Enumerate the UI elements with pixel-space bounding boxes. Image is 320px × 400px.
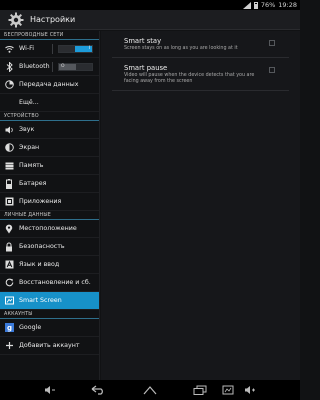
wifi-label: Wi-Fi: [19, 45, 35, 52]
status-bar: 76% 19:28: [0, 0, 300, 10]
list-item-battery[interactable]: Батарея: [0, 175, 99, 193]
back-icon[interactable]: [90, 383, 106, 397]
section-header-accounts: АККАУНТЫ: [0, 310, 99, 319]
bluetooth-toggle[interactable]: O: [58, 63, 93, 71]
list-item-storage[interactable]: Память: [0, 157, 99, 175]
storage-label: Память: [19, 162, 44, 169]
list-item-location[interactable]: Местоположение: [0, 220, 99, 238]
volume-down-icon[interactable]: [42, 383, 58, 397]
backup-label: Восстановление и сб.: [19, 279, 91, 286]
location-icon: [3, 223, 15, 235]
list-item-sound[interactable]: Звук: [0, 121, 99, 139]
display-icon: [3, 142, 15, 154]
list-item-security[interactable]: Безопасность: [0, 238, 99, 256]
list-item-data-usage[interactable]: Передача данных: [0, 76, 99, 94]
language-icon: [3, 259, 15, 271]
list-item-backup[interactable]: Восстановление и сб.: [0, 274, 99, 292]
add-account-label: Добавить аккаунт: [19, 342, 80, 349]
smart-pause-checkbox[interactable]: [269, 67, 275, 73]
bluetooth-label: Bluetooth: [19, 63, 50, 70]
apps-icon: [3, 196, 15, 208]
smart-pause-title: Smart pause: [124, 64, 168, 72]
section-header-personal: ЛИЧНЫЕ ДАННЫЕ: [0, 211, 99, 220]
list-item-google[interactable]: g Google: [0, 319, 99, 337]
google-icon: g: [3, 322, 15, 334]
list-item-more[interactable]: Ещё...: [0, 94, 99, 112]
data-usage-label: Передача данных: [19, 81, 79, 88]
location-label: Местоположение: [19, 225, 77, 232]
list-item-smart-screen[interactable]: Smart Screen: [0, 292, 99, 310]
security-label: Безопасность: [19, 243, 65, 250]
battery-label: Батарея: [19, 180, 47, 187]
list-item-bluetooth[interactable]: Bluetooth O: [0, 58, 99, 76]
sound-icon: [3, 124, 15, 136]
storage-icon: [3, 160, 15, 172]
battery-icon: [3, 178, 15, 190]
add-icon: [3, 340, 15, 352]
list-item-add-account[interactable]: Добавить аккаунт: [0, 337, 99, 355]
navigation-bar: [0, 380, 300, 400]
divider: [52, 62, 53, 72]
data-usage-icon: [3, 79, 15, 91]
signal-icon: [242, 1, 251, 9]
apps-label: Приложения: [19, 198, 62, 205]
security-icon: [3, 241, 15, 253]
detail-pane: Smart stay Screen stays on as long as yo…: [101, 31, 300, 380]
settings-gear-icon[interactable]: [8, 12, 24, 28]
smart-stay-summary: Screen stays on as long as you are looki…: [124, 46, 238, 51]
clock: 19:28: [278, 1, 297, 9]
section-header-device: УСТРОЙСТВО: [0, 112, 99, 121]
status-area: 76% 19:28: [242, 0, 297, 10]
smart-stay-title: Smart stay: [124, 37, 162, 45]
action-bar: Настройки: [0, 10, 300, 30]
battery-percent: 76%: [260, 1, 276, 9]
wifi-toggle[interactable]: I: [58, 45, 93, 53]
volume-up-icon[interactable]: [242, 383, 258, 397]
page-title: Настройки: [30, 15, 76, 24]
display-label: Экран: [19, 144, 40, 151]
pref-smart-pause[interactable]: Smart pause Video will pause when the de…: [112, 58, 289, 91]
list-item-display[interactable]: Экран: [0, 139, 99, 157]
battery-status-icon: [253, 1, 258, 9]
bluetooth-icon: [3, 61, 15, 73]
settings-list[interactable]: БЕСПРОВОДНЫЕ СЕТИ Wi-Fi I Bluetooth O Пе…: [0, 31, 100, 380]
backup-icon: [3, 277, 15, 289]
section-header-wireless: БЕСПРОВОДНЫЕ СЕТИ: [0, 31, 99, 40]
sound-label: Звук: [19, 126, 35, 133]
smart-stay-checkbox[interactable]: [269, 40, 275, 46]
wifi-icon: [3, 43, 15, 55]
list-item-apps[interactable]: Приложения: [0, 193, 99, 211]
divider: [52, 44, 53, 54]
home-icon[interactable]: [142, 383, 158, 397]
more-label: Ещё...: [19, 99, 39, 106]
smart-pause-summary: Video will pause when the device detects…: [124, 73, 255, 84]
svg-text:g: g: [6, 324, 11, 332]
smart-screen-label: Smart Screen: [19, 297, 62, 304]
list-item-language[interactable]: Язык и ввод: [0, 256, 99, 274]
recents-icon[interactable]: [192, 383, 208, 397]
language-label: Язык и ввод: [19, 261, 60, 268]
pref-smart-stay[interactable]: Smart stay Screen stays on as long as yo…: [112, 31, 289, 58]
smart-screen-icon: [3, 295, 15, 307]
google-label: Google: [19, 324, 42, 331]
screenshot-icon[interactable]: [220, 383, 236, 397]
list-item-wifi[interactable]: Wi-Fi I: [0, 40, 99, 58]
